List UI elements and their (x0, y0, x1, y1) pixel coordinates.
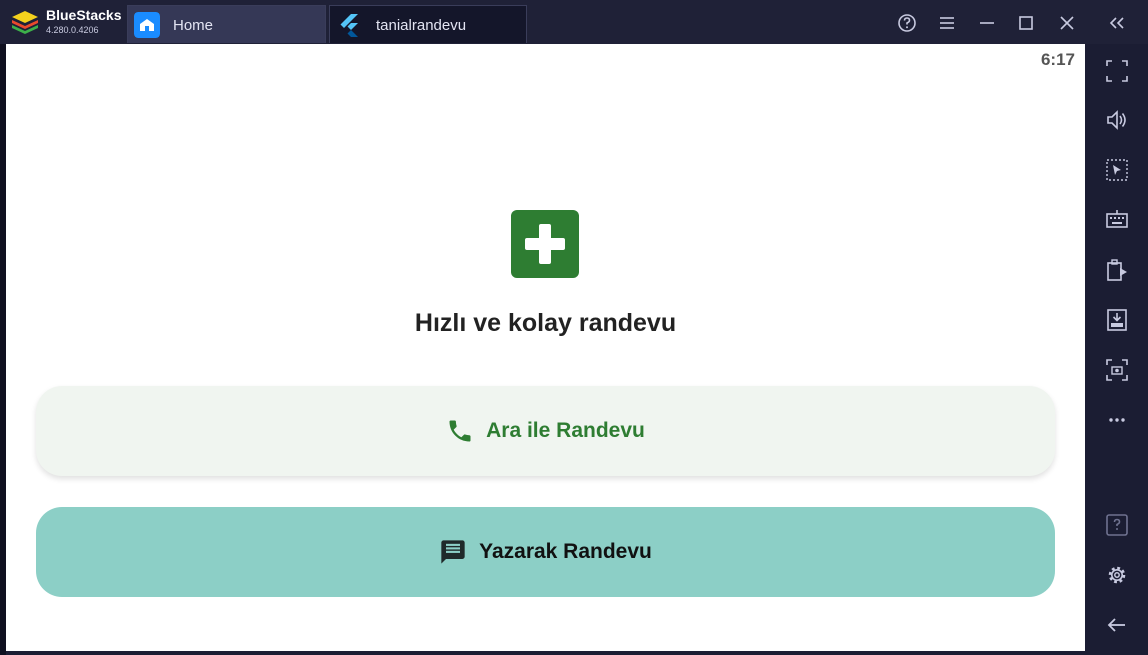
maximize-button[interactable] (1013, 10, 1039, 36)
home-icon (134, 12, 160, 38)
brand: BlueStacks 4.280.0.4206 (8, 6, 126, 40)
select-cursor-icon (1106, 159, 1128, 181)
back-button[interactable] (1104, 612, 1130, 638)
copy-paste-icon (1107, 259, 1127, 281)
more-icon (1109, 418, 1125, 422)
select-cursor-button[interactable] (1104, 157, 1130, 183)
back-icon (1107, 618, 1125, 632)
call-appointment-button[interactable]: Ara ile Randevu (36, 386, 1055, 476)
fullscreen-button[interactable] (1104, 58, 1130, 84)
minimize-button[interactable] (974, 10, 1000, 36)
volume-icon (1107, 110, 1126, 130)
settings-button[interactable] (1104, 562, 1130, 588)
window-bottom-edge (6, 651, 1086, 655)
more-button[interactable] (1104, 407, 1130, 433)
title-bar: BlueStacks 4.280.0.4206 Home tanialrande… (0, 0, 1148, 44)
android-screen: 6:17 Hızlı ve kolay randevu Ara ile Rand… (6, 44, 1085, 651)
tab-tanialrandevu[interactable]: tanialrandevu (329, 5, 527, 43)
status-clock: 6:17 (1040, 50, 1075, 69)
screenshot-icon (1106, 359, 1128, 381)
help-button[interactable] (894, 10, 920, 36)
brand-version: 4.280.0.4206 (46, 25, 99, 35)
help-icon (1106, 514, 1128, 536)
call-appointment-label: Ara ile Randevu (486, 419, 645, 442)
menu-button[interactable] (934, 10, 960, 36)
brand-name: BlueStacks (46, 7, 122, 23)
tab-home[interactable]: Home (127, 5, 326, 43)
tab-home-label: Home (173, 17, 214, 34)
sidebar-help-button[interactable] (1104, 512, 1130, 538)
collapse-sidebar-button[interactable] (1104, 10, 1130, 36)
keyboard-button[interactable] (1104, 207, 1130, 233)
copy-paste-button[interactable] (1104, 257, 1130, 283)
write-appointment-button[interactable]: Yazarak Randevu (36, 507, 1055, 597)
apk-install-button[interactable] (1104, 307, 1130, 333)
close-icon (1060, 16, 1074, 30)
apk-install-icon (1107, 309, 1127, 331)
fullscreen-icon (1106, 60, 1128, 82)
close-button[interactable] (1054, 10, 1080, 36)
collapse-sidebar-icon (1109, 17, 1124, 29)
phone-icon (446, 417, 474, 445)
tab-app-label: tanialrandevu (376, 17, 467, 34)
write-appointment-label: Yazarak Randevu (479, 540, 652, 563)
right-sidebar (1086, 44, 1148, 655)
chat-icon (439, 538, 467, 566)
bluestacks-logo-icon (12, 11, 38, 34)
flutter-icon (340, 14, 358, 37)
settings-icon (1108, 566, 1126, 584)
volume-button[interactable] (1104, 107, 1130, 133)
screenshot-button[interactable] (1104, 357, 1130, 383)
minimize-icon (980, 22, 994, 24)
help-icon (898, 14, 916, 32)
keyboard-icon (1106, 210, 1128, 228)
page-title: Hızlı ve kolay randevu (414, 309, 677, 337)
medical-cross-icon (511, 210, 579, 278)
menu-icon (940, 17, 954, 29)
maximize-icon (1019, 16, 1033, 30)
